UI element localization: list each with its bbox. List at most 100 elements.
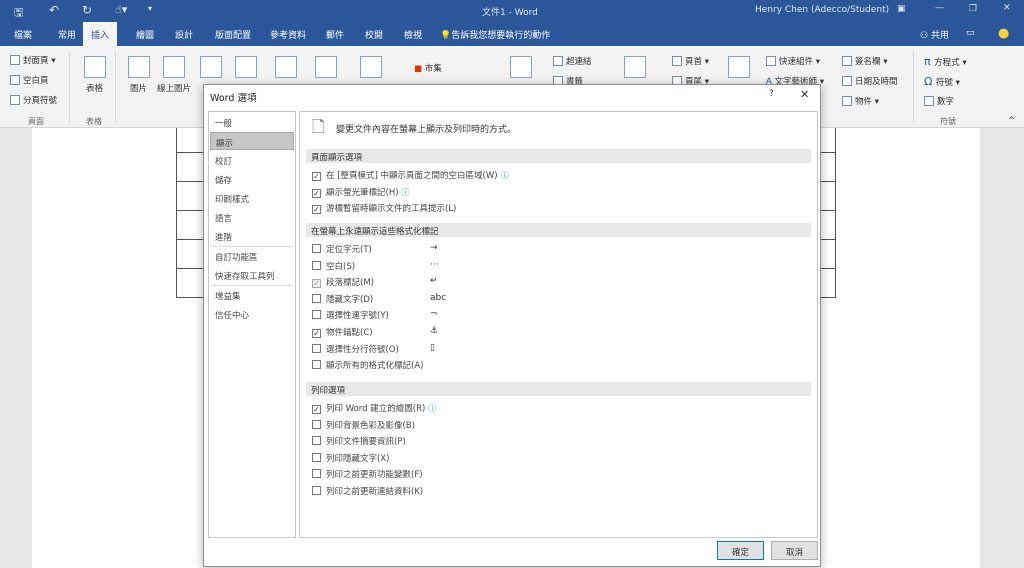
online-picture-icon[interactable] bbox=[163, 56, 185, 78]
option-checkbox[interactable]: 選擇性分行符號(O) bbox=[312, 343, 399, 355]
cancel-button[interactable]: 取消 bbox=[771, 541, 818, 560]
number-button[interactable]: 數字 bbox=[924, 95, 954, 107]
checkbox[interactable]: ✓ bbox=[312, 329, 321, 338]
option-checkbox[interactable]: 列印文件摘要資訊(P) bbox=[312, 435, 406, 447]
picture-button[interactable]: 圖片 bbox=[130, 82, 147, 94]
maximize-icon[interactable]: ❐ bbox=[969, 4, 977, 14]
sidebar-item-addins[interactable]: 增益集 bbox=[210, 286, 294, 304]
shapes-icon[interactable] bbox=[200, 56, 222, 78]
option-checkbox[interactable]: ✓ 列印 Word 建立的繪圖(R) ⓘ bbox=[312, 402, 436, 414]
checkbox[interactable] bbox=[312, 293, 321, 303]
tell-me-box[interactable]: 💡告訴我您想要執行的動作 bbox=[440, 28, 550, 41]
object-button[interactable]: 物件 ▾ bbox=[842, 95, 879, 107]
online-video-icon[interactable] bbox=[510, 56, 532, 78]
sidebar-item-general[interactable]: 一般 bbox=[210, 113, 294, 131]
option-checkbox[interactable]: ✓ 在 [整頁模式] 中顯示頁面之間的空白區域(W) ⓘ bbox=[312, 169, 509, 181]
option-checkbox[interactable]: ✓ 段落標記(M) bbox=[312, 276, 374, 289]
tab-review[interactable]: 校閱 bbox=[365, 28, 383, 41]
quick-parts-button[interactable]: 快速組件 ▾ bbox=[766, 55, 820, 67]
equation-button[interactable]: π 方程式 ▾ bbox=[924, 55, 967, 68]
share-button[interactable]: ⚇ 共用 bbox=[920, 28, 949, 41]
checkbox[interactable] bbox=[312, 260, 321, 270]
tab-view[interactable]: 檢視 bbox=[404, 28, 422, 41]
tab-layout[interactable]: 版面配置 bbox=[215, 28, 251, 41]
smiley-feedback-icon[interactable]: ● bbox=[998, 26, 1009, 41]
icons-icon[interactable] bbox=[235, 56, 257, 78]
minimize-icon[interactable]: — bbox=[935, 3, 944, 13]
option-checkbox[interactable]: ✓ 游標暫留時顯示文件的工具提示(L) bbox=[312, 202, 456, 215]
page-break-button[interactable]: 分頁符號 bbox=[10, 94, 57, 106]
tab-home[interactable]: 常用 bbox=[58, 28, 76, 41]
cover-page-button[interactable]: 封面頁 ▾ bbox=[10, 54, 55, 66]
checkbox[interactable] bbox=[312, 486, 321, 495]
tab-draw[interactable]: 繪圖 bbox=[136, 28, 154, 41]
checkbox[interactable]: ✓ bbox=[312, 279, 321, 289]
store-button[interactable]: ■ 市集 bbox=[414, 62, 442, 74]
checkbox[interactable] bbox=[312, 452, 321, 462]
sidebar-item-quick-access[interactable]: 快速存取工具列 bbox=[210, 266, 294, 284]
blank-page-button[interactable]: 空白頁 bbox=[10, 74, 49, 86]
ribbon-display-icon[interactable]: ▣ bbox=[897, 4, 906, 14]
smartart-icon[interactable] bbox=[275, 56, 297, 78]
tab-insert[interactable]: 插入 bbox=[83, 22, 118, 46]
hyperlink-button[interactable]: 超連結 bbox=[553, 55, 592, 67]
symbol-button[interactable]: Ω 符號 ▾ bbox=[924, 75, 960, 88]
sidebar-item-language[interactable]: 語言 bbox=[210, 208, 294, 226]
comment-icon[interactable] bbox=[624, 56, 646, 78]
touch-mode-icon[interactable]: ☝▾ bbox=[115, 3, 127, 16]
option-checkbox[interactable]: 列印背景色彩及影像(B) bbox=[312, 419, 415, 431]
checkbox[interactable]: ✓ bbox=[312, 205, 321, 215]
undo-icon[interactable]: ↶ bbox=[49, 3, 59, 17]
checkbox[interactable] bbox=[312, 419, 321, 429]
table-button[interactable]: 表格 bbox=[86, 82, 103, 94]
checkbox[interactable] bbox=[312, 310, 321, 320]
checkbox[interactable]: ✓ bbox=[312, 405, 321, 414]
option-checkbox[interactable]: ✓ 物件錨點(C) bbox=[312, 326, 373, 338]
sidebar-item-advanced[interactable]: 進階 bbox=[210, 227, 294, 245]
option-checkbox[interactable]: 選擇性連字號(Y) bbox=[312, 309, 389, 321]
checkbox[interactable] bbox=[312, 244, 321, 253]
screenshot-icon[interactable] bbox=[360, 56, 382, 78]
customize-qat-icon[interactable]: ▾ bbox=[148, 4, 152, 13]
checkbox[interactable]: ✓ bbox=[312, 172, 321, 181]
header-button[interactable]: 頁首 ▾ bbox=[672, 55, 709, 67]
checkbox[interactable] bbox=[312, 436, 321, 446]
signature-line-button[interactable]: 簽名欄 ▾ bbox=[842, 55, 887, 67]
textbox-icon[interactable] bbox=[728, 56, 750, 78]
option-checkbox[interactable]: 定位字元(T) bbox=[312, 243, 372, 255]
option-checkbox[interactable]: 空白(S) bbox=[312, 260, 355, 272]
close-window-icon[interactable]: ✕ bbox=[1003, 3, 1011, 13]
option-checkbox[interactable]: 顯示所有的格式化標記(A) bbox=[312, 359, 423, 371]
date-time-button[interactable]: 日期及時間 bbox=[842, 75, 898, 87]
option-checkbox[interactable]: 列印之前更新功能變數(F) bbox=[312, 468, 423, 480]
online-picture-button[interactable]: 線上圖片 bbox=[157, 82, 191, 94]
sidebar-item-save[interactable]: 儲存 bbox=[210, 170, 294, 188]
option-checkbox[interactable]: ✓ 顯示螢光筆標記(H) ⓘ bbox=[312, 186, 410, 198]
option-checkbox[interactable]: 列印之前更新連結資料(K) bbox=[312, 485, 423, 497]
close-dialog-button[interactable]: ✕ bbox=[800, 88, 809, 101]
save-icon[interactable]: 🖫 bbox=[14, 4, 23, 23]
collapse-ribbon-icon[interactable]: ^ bbox=[1008, 116, 1015, 126]
option-checkbox[interactable]: 隱藏文字(D) bbox=[312, 293, 373, 305]
sidebar-item-customize-ribbon[interactable]: 自訂功能區 bbox=[210, 247, 294, 265]
picture-icon[interactable] bbox=[128, 56, 150, 78]
user-name[interactable]: Henry Chen (Adecco/Student) bbox=[755, 5, 889, 15]
comments-icon[interactable]: ▭ bbox=[966, 28, 975, 38]
sidebar-item-typography[interactable]: 印刷樣式 bbox=[210, 189, 294, 207]
checkbox[interactable] bbox=[312, 360, 321, 370]
chart-icon[interactable] bbox=[315, 56, 337, 78]
tab-file[interactable]: 檔案 bbox=[14, 28, 32, 41]
help-button[interactable]: ? bbox=[769, 89, 774, 99]
sidebar-item-display[interactable]: 顯示 bbox=[210, 132, 294, 150]
sidebar-item-trust-center[interactable]: 信任中心 bbox=[210, 305, 294, 323]
tab-references[interactable]: 參考資料 bbox=[270, 28, 306, 41]
sidebar-item-proofing[interactable]: 校訂 bbox=[210, 151, 294, 169]
checkbox[interactable]: ✓ bbox=[312, 188, 321, 198]
checkbox[interactable] bbox=[312, 343, 321, 353]
tab-design[interactable]: 設計 bbox=[175, 28, 193, 41]
table-icon[interactable] bbox=[84, 56, 106, 78]
ok-button[interactable]: 確定 bbox=[717, 541, 764, 560]
option-checkbox[interactable]: 列印隱藏文字(X) bbox=[312, 452, 389, 464]
redo-icon[interactable]: ↻ bbox=[82, 3, 92, 17]
checkbox[interactable] bbox=[312, 469, 321, 479]
